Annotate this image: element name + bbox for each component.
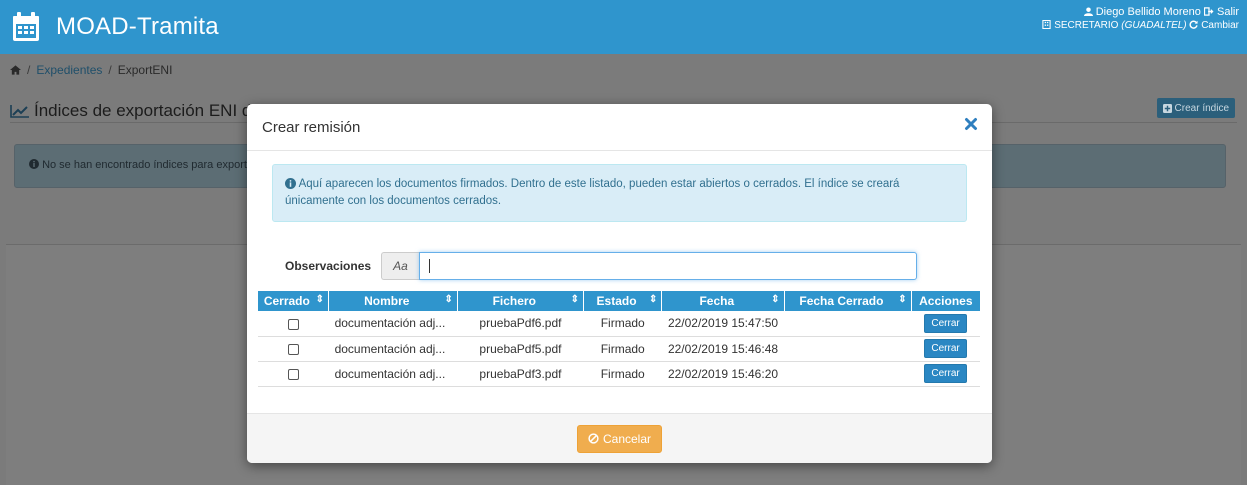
cancel-button[interactable]: Cancelar xyxy=(576,424,663,453)
plus-square-icon xyxy=(1162,103,1172,113)
cerrar-button[interactable]: Cerrar xyxy=(924,364,967,383)
cell-fichero: pruebaPdf3.pdf xyxy=(457,361,584,387)
cell-nombre: documentación adj... xyxy=(328,361,458,387)
modal-header: Crear remisión xyxy=(247,104,992,151)
info-alert-text: Aquí aparecen los documentos firmados. D… xyxy=(285,178,900,207)
cancel-label: Cancelar xyxy=(602,431,652,446)
observaciones-input[interactable] xyxy=(419,252,917,280)
cell-estado: Firmado xyxy=(583,336,662,362)
table-row: documentación adj... pruebaPdf5.pdf Firm… xyxy=(258,336,980,362)
brand[interactable]: MOAD-Tramita xyxy=(12,9,219,45)
table-header-row: Cerrado ⇕ Nombre ⇕ Fichero ⇕ Estado ⇕ Fecha… xyxy=(258,291,980,311)
text-format-addon: Aa xyxy=(381,252,419,280)
col-fichero[interactable]: Fichero ⇕ xyxy=(457,291,585,311)
breadcrumb: / Expedientes / ExportENI xyxy=(10,63,172,77)
empty-alert-text: No se han encontrado índices para export… xyxy=(42,159,257,171)
modal-title: Crear remisión xyxy=(262,119,361,136)
col-fecha-cerrado[interactable]: Fecha Cerrado ⇕ xyxy=(784,291,912,311)
home-icon[interactable] xyxy=(10,65,21,75)
table-row: documentación adj... pruebaPdf6.pdf Firm… xyxy=(258,311,980,337)
cerrado-checkbox[interactable] xyxy=(287,318,299,330)
cell-fecha-cerrado xyxy=(784,336,912,362)
ban-icon xyxy=(588,433,599,444)
top-navbar: MOAD-Tramita Diego Bellido Moreno Salir … xyxy=(0,0,1247,54)
col-fecha[interactable]: Fecha ⇕ xyxy=(661,291,785,311)
app-title: MOAD-Tramita xyxy=(56,13,219,40)
sort-icon: ⇕ xyxy=(898,294,907,305)
user-box: Diego Bellido Moreno Salir SECRETARIO (G… xyxy=(1042,5,1239,33)
sort-icon: ⇕ xyxy=(315,294,325,305)
cell-nombre: documentación adj... xyxy=(328,336,458,362)
col-cerrado[interactable]: Cerrado ⇕ xyxy=(258,291,330,311)
cell-estado: Firmado xyxy=(583,361,662,387)
observaciones-label: Observaciones xyxy=(285,259,372,273)
text-caret xyxy=(429,259,430,273)
documents-table: Cerrado ⇕ Nombre ⇕ Fichero ⇕ Estado ⇕ Fecha… xyxy=(258,291,980,387)
breadcrumb-expedientes[interactable]: Expedientes xyxy=(36,63,102,77)
modal-footer: Cancelar xyxy=(247,413,992,463)
user-entity: (GUADALTEL) xyxy=(1121,20,1187,31)
cell-fecha: 22/02/2019 15:47:50 xyxy=(661,311,785,337)
cell-estado: Firmado xyxy=(583,311,662,337)
crear-remision-modal: Crear remisión Aquí aparecen los documen… xyxy=(247,104,992,463)
logout-link[interactable]: Salir xyxy=(1217,6,1239,18)
col-nombre[interactable]: Nombre ⇕ xyxy=(328,291,458,311)
cell-fecha-cerrado xyxy=(784,361,912,387)
logout-icon xyxy=(1203,7,1214,16)
cerrado-checkbox[interactable] xyxy=(287,368,299,380)
cell-fecha-cerrado xyxy=(784,311,912,337)
cell-fichero: pruebaPdf5.pdf xyxy=(457,336,584,362)
create-index-label: Crear índice xyxy=(1174,102,1229,114)
col-acciones: Acciones xyxy=(911,291,980,311)
col-estado[interactable]: Estado ⇕ xyxy=(583,291,663,311)
table-row: documentación adj... pruebaPdf3.pdf Firm… xyxy=(258,361,980,387)
user-role: SECRETARIO xyxy=(1054,20,1119,31)
cerrar-button[interactable]: Cerrar xyxy=(924,313,967,333)
info-circle-icon xyxy=(29,159,39,169)
refresh-icon xyxy=(1189,20,1199,29)
cell-nombre: documentación adj... xyxy=(328,311,458,337)
cell-fichero: pruebaPdf6.pdf xyxy=(457,311,584,337)
sort-icon: ⇕ xyxy=(649,294,658,305)
sort-icon: ⇕ xyxy=(444,294,453,305)
change-link[interactable]: Cambiar xyxy=(1201,20,1239,31)
building-icon xyxy=(1042,19,1052,30)
cerrado-checkbox[interactable] xyxy=(287,343,299,355)
info-circle-icon xyxy=(285,178,296,189)
cell-fecha: 22/02/2019 15:46:20 xyxy=(661,361,785,387)
observaciones-row: Observaciones Aa xyxy=(285,252,917,280)
breadcrumb-exporteni: ExportENI xyxy=(117,63,173,77)
info-alert: Aquí aparecen los documentos firmados. D… xyxy=(272,164,967,222)
user-name[interactable]: Diego Bellido Moreno xyxy=(1096,6,1201,18)
user-icon xyxy=(1083,7,1093,16)
create-index-button[interactable]: Crear índice xyxy=(1156,98,1235,118)
sort-icon: ⇕ xyxy=(570,294,580,305)
line-chart-icon xyxy=(10,105,29,118)
cell-fecha: 22/02/2019 15:46:48 xyxy=(661,336,785,362)
close-icon[interactable] xyxy=(964,117,978,131)
sort-icon: ⇕ xyxy=(771,294,780,305)
calendar-icon xyxy=(13,12,39,41)
cerrar-button[interactable]: Cerrar xyxy=(924,339,967,358)
